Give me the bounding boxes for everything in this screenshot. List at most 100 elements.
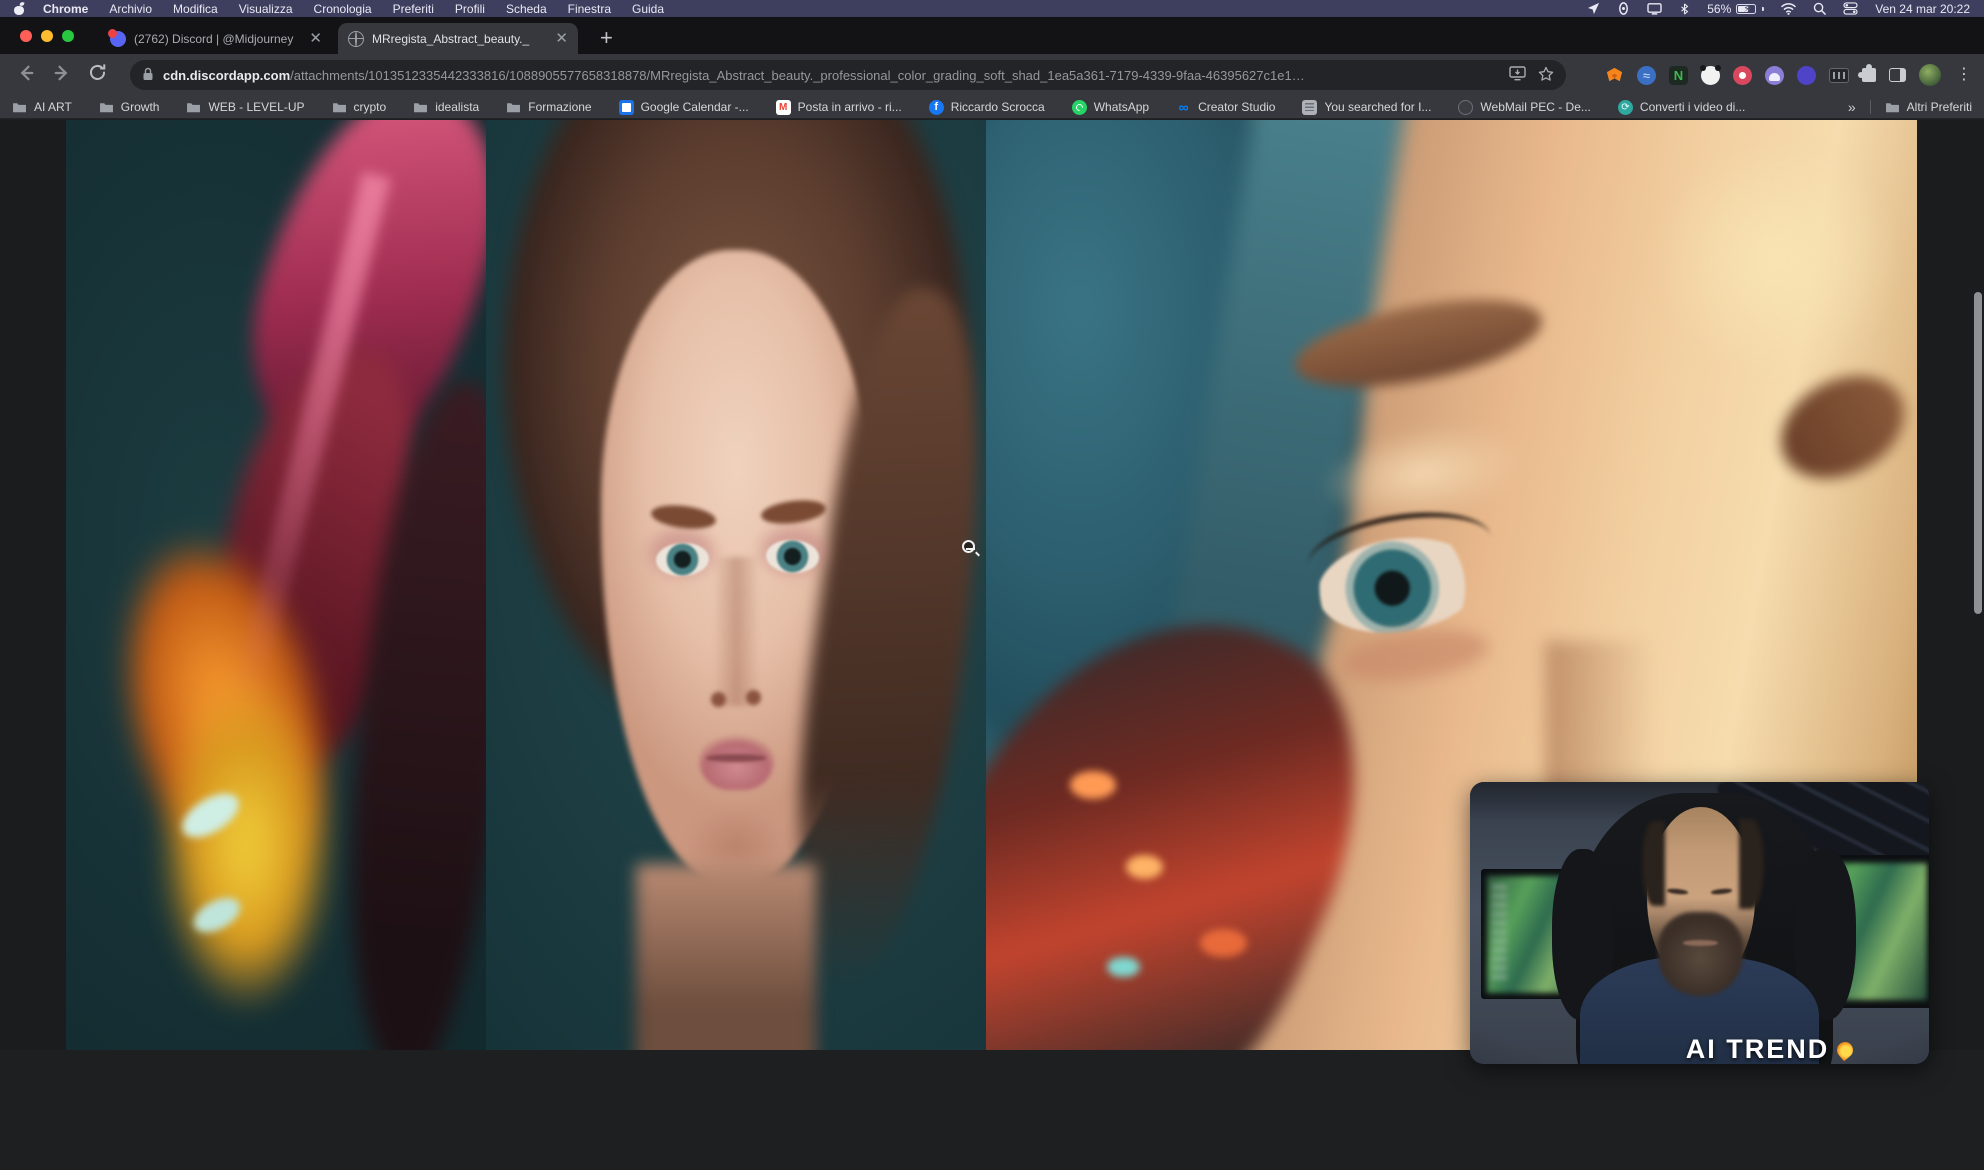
bookmark-folder-growth[interactable]: Growth xyxy=(99,100,160,114)
bookmark-label: You searched for I... xyxy=(1324,100,1431,114)
chrome-toolbar: cdn.discordapp.com /attachments/10135123… xyxy=(0,54,1984,96)
control-center-icon[interactable] xyxy=(1843,2,1858,15)
globe-favicon xyxy=(348,31,364,47)
menu-finestra[interactable]: Finestra xyxy=(568,2,611,16)
bookmark-star-icon[interactable] xyxy=(1538,66,1554,85)
gmail-icon xyxy=(776,100,791,115)
indigo-extension-icon[interactable] xyxy=(1797,66,1816,85)
bookmarks-bar: AI ART Growth WEB - LEVEL-UP crypto idea… xyxy=(0,96,1984,119)
bookmark-google-calendar[interactable]: Google Calendar -... xyxy=(619,100,749,115)
extensions-puzzle-icon[interactable] xyxy=(1862,68,1876,82)
url-domain: cdn.discordapp.com xyxy=(163,68,290,83)
bookmark-label: AI ART xyxy=(34,100,72,114)
bookmark-other-favorites[interactable]: Altri Preferiti xyxy=(1885,100,1972,114)
install-app-icon[interactable] xyxy=(1509,66,1526,84)
new-tab-button[interactable]: + xyxy=(600,27,613,49)
menu-cronologia[interactable]: Cronologia xyxy=(314,2,372,16)
window-controls xyxy=(20,30,74,42)
bookmark-folder-ai-art[interactable]: AI ART xyxy=(12,100,72,114)
whatsapp-icon xyxy=(1072,100,1087,115)
bookmark-folder-web-level-up[interactable]: WEB - LEVEL-UP xyxy=(186,100,304,114)
facebook-icon xyxy=(929,100,944,115)
menu-profili[interactable]: Profili xyxy=(455,2,485,16)
bluetooth-icon[interactable] xyxy=(1679,2,1690,16)
display-mirroring-icon[interactable] xyxy=(1647,2,1662,15)
bookmark-label: WEB - LEVEL-UP xyxy=(208,100,304,114)
tab-discord[interactable]: (2762) Discord | @Midjourney ✕ xyxy=(100,23,332,54)
lock-icon[interactable] xyxy=(142,67,154,84)
wave-extension-icon[interactable] xyxy=(1637,66,1656,85)
tab-image-attachment[interactable]: MRregista_Abstract_beauty._ ✕ xyxy=(338,23,578,54)
ghost-extension-icon[interactable] xyxy=(1765,66,1784,85)
window-zoom-button[interactable] xyxy=(62,30,74,42)
tab-close-icon[interactable]: ✕ xyxy=(555,31,568,46)
page-scrollbar[interactable] xyxy=(1974,240,1982,1170)
metamask-extension-icon[interactable] xyxy=(1605,66,1624,85)
location-arrow-icon[interactable] xyxy=(1587,2,1600,15)
folder-icon xyxy=(413,101,428,113)
menu-chrome[interactable]: Chrome xyxy=(43,2,88,16)
folder-icon xyxy=(12,101,27,113)
menu-guida[interactable]: Guida xyxy=(632,2,664,16)
bookmark-folder-formazione[interactable]: Formazione xyxy=(506,100,591,114)
side-panel-icon[interactable] xyxy=(1889,68,1906,82)
status-capsule-icon[interactable] xyxy=(1617,2,1630,15)
back-button[interactable] xyxy=(16,63,36,88)
panda-extension-icon[interactable] xyxy=(1701,66,1720,85)
spotlight-search-icon[interactable] xyxy=(1813,2,1826,15)
bookmark-converti-video[interactable]: Converti i video di... xyxy=(1618,100,1745,115)
menubar-clock[interactable]: Ven 24 mar 20:22 xyxy=(1875,2,1970,16)
menu-visualizza[interactable]: Visualizza xyxy=(239,2,293,16)
notion-extension-icon[interactable] xyxy=(1669,66,1688,85)
folder-icon xyxy=(506,101,521,113)
window-close-button[interactable] xyxy=(20,30,32,42)
address-bar[interactable]: cdn.discordapp.com /attachments/10135123… xyxy=(130,60,1566,90)
wifi-icon[interactable] xyxy=(1781,2,1796,15)
battery-icon: ⚡ xyxy=(1736,4,1756,14)
folder-icon xyxy=(1885,101,1900,113)
forward-button[interactable] xyxy=(52,63,72,88)
zoom-out-cursor xyxy=(962,540,979,557)
artwork-portrait-panel xyxy=(486,120,986,1050)
profile-avatar[interactable] xyxy=(1919,64,1941,86)
menu-archivio[interactable]: Archivio xyxy=(109,2,152,16)
page-icon xyxy=(1302,100,1317,115)
menu-scheda[interactable]: Scheda xyxy=(506,2,547,16)
menu-preferiti[interactable]: Preferiti xyxy=(393,2,434,16)
bookmark-label: crypto xyxy=(354,100,387,114)
tab-title: MRregista_Abstract_beauty._ xyxy=(372,32,547,46)
menu-modifica[interactable]: Modifica xyxy=(173,2,218,16)
bookmark-creator-studio[interactable]: Creator Studio xyxy=(1176,100,1275,115)
bookmarks-overflow-chevron[interactable]: » xyxy=(1848,99,1856,115)
bookmark-folder-crypto[interactable]: crypto xyxy=(332,100,387,114)
bookmark-you-searched[interactable]: You searched for I... xyxy=(1302,100,1431,115)
folder-icon xyxy=(99,101,114,113)
webmail-icon xyxy=(1458,100,1473,115)
bookmark-whatsapp[interactable]: WhatsApp xyxy=(1072,100,1149,115)
window-minimize-button[interactable] xyxy=(41,30,53,42)
chrome-menu-icon[interactable]: ⋮ xyxy=(1954,67,1974,83)
bookmark-facebook-profile[interactable]: Riccardo Scrocca xyxy=(929,100,1045,115)
scrollbar-thumb[interactable] xyxy=(1974,292,1982,614)
bookmark-label: idealista xyxy=(435,100,479,114)
bookmark-label: Posta in arrivo - ri... xyxy=(798,100,902,114)
red-extension-icon[interactable] xyxy=(1733,66,1752,85)
watermark-text: AI TREND xyxy=(1686,1034,1830,1064)
bookmark-webmail-pec[interactable]: WebMail PEC - De... xyxy=(1458,100,1590,115)
bookmark-label: WhatsApp xyxy=(1094,100,1149,114)
bookmark-folder-idealista[interactable]: idealista xyxy=(413,100,479,114)
folder-icon xyxy=(186,101,201,113)
reload-button[interactable] xyxy=(88,63,107,87)
meta-icon xyxy=(1176,100,1191,115)
macos-menubar: Chrome Archivio Modifica Visualizza Cron… xyxy=(0,0,1984,17)
bookmark-label: Creator Studio xyxy=(1198,100,1275,114)
chrome-tabstrip: (2762) Discord | @Midjourney ✕ MRregista… xyxy=(0,17,1984,54)
battery-indicator[interactable]: 56% ⚡ xyxy=(1707,2,1764,16)
artwork-abstract-panel xyxy=(66,120,486,1050)
toolbar-extensions-area: ⋮ xyxy=(1605,54,1974,96)
tab-close-icon[interactable]: ✕ xyxy=(309,31,322,46)
discord-favicon xyxy=(110,31,126,47)
bookmark-gmail-inbox[interactable]: Posta in arrivo - ri... xyxy=(776,100,902,115)
apple-menu-icon[interactable] xyxy=(14,3,25,15)
keyboard-extension-icon[interactable] xyxy=(1829,68,1849,83)
